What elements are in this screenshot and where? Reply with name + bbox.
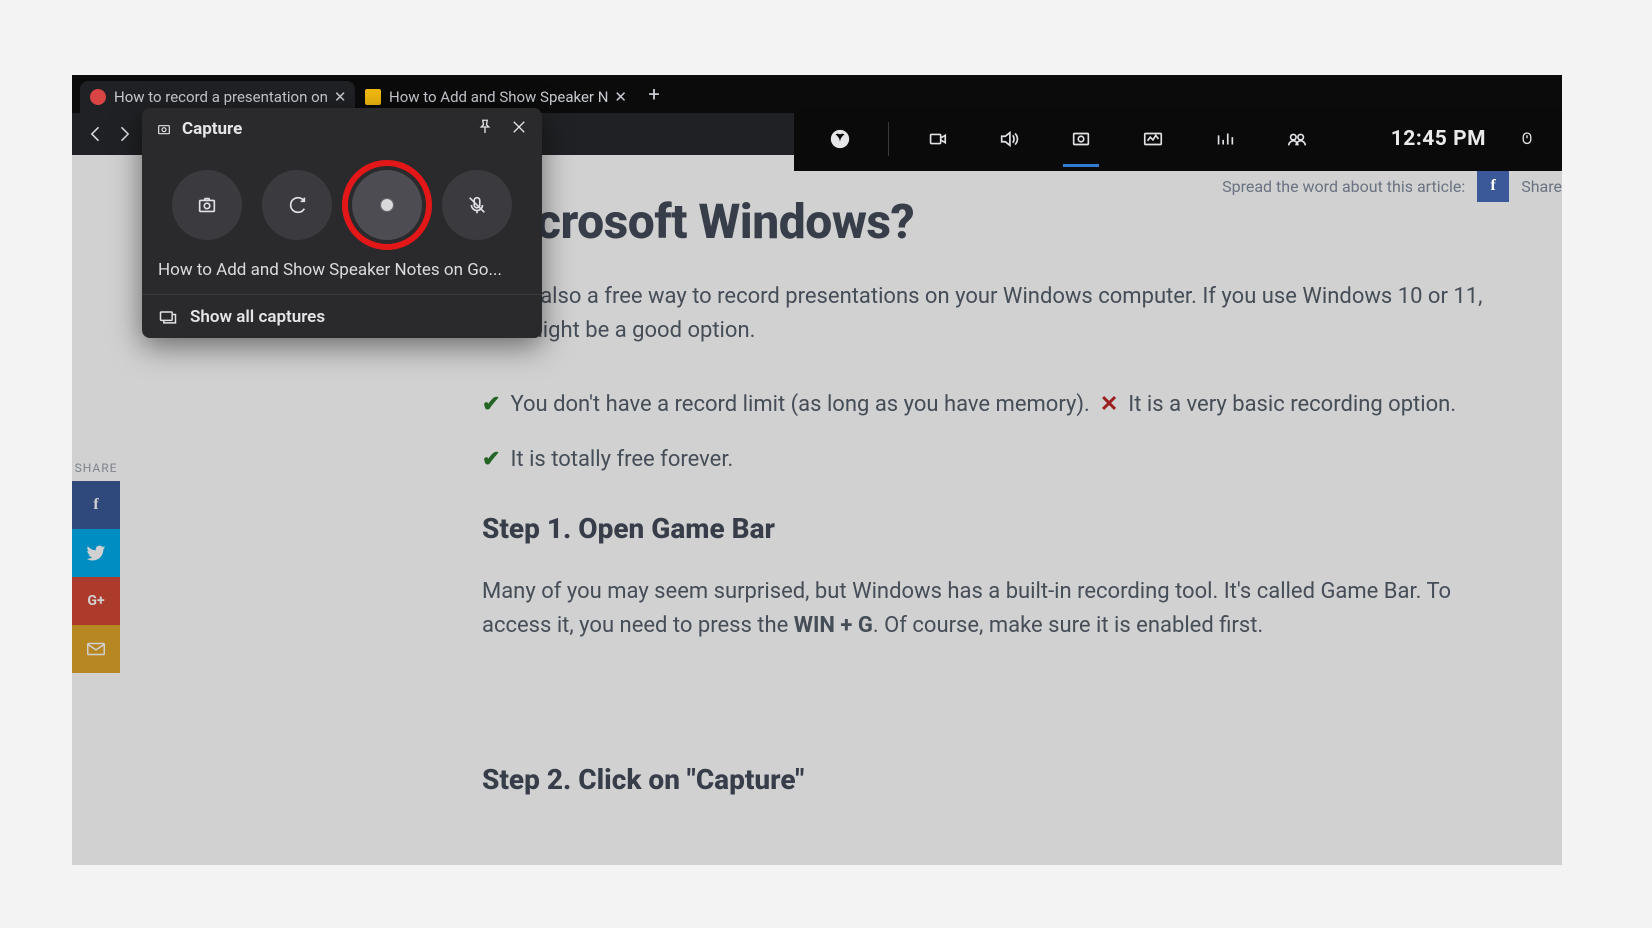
- forward-button[interactable]: [110, 120, 138, 148]
- share-email-button[interactable]: [72, 625, 120, 673]
- check-icon: ✔: [482, 447, 500, 472]
- close-icon: ✕: [1100, 392, 1118, 417]
- separator: [888, 122, 889, 156]
- screenshot-button[interactable]: [172, 170, 242, 240]
- performance-button[interactable]: [1129, 115, 1177, 163]
- share-link[interactable]: Share: [1521, 177, 1562, 196]
- record-dot-icon: [380, 198, 394, 212]
- spread-bar: Spread the word about this article: f Sh…: [1222, 170, 1562, 202]
- tab-label: How to Add and Show Speaker N: [389, 88, 608, 106]
- social-button[interactable]: [1273, 115, 1321, 163]
- intro-paragraph: ere is also a free way to record present…: [482, 280, 1512, 348]
- article-body: Microsoft Windows? ere is also a free wa…: [482, 155, 1512, 796]
- step-1-heading: Step 1. Open Game Bar: [482, 512, 1512, 545]
- capture-context-label: How to Add and Show Speaker Notes on Go.…: [142, 260, 542, 294]
- active-indicator: [1063, 164, 1099, 167]
- mic-toggle-button[interactable]: [442, 170, 512, 240]
- pros-cons-row-1: ✔ You don't have a record limit (as long…: [482, 392, 1512, 417]
- new-tab-button[interactable]: +: [640, 80, 668, 108]
- capture-button[interactable]: [1057, 115, 1105, 163]
- close-icon[interactable]: ✕: [608, 88, 627, 106]
- pin-button[interactable]: [476, 116, 494, 142]
- spread-text: Spread the word about this article:: [1222, 177, 1465, 196]
- gamebar-toolbar: 12:45 PM: [794, 107, 1562, 171]
- step-2-heading: Step 2. Click on "Capture": [482, 763, 1512, 796]
- resources-button[interactable]: [1201, 115, 1249, 163]
- share-googleplus-button[interactable]: G+: [72, 577, 120, 625]
- capture-icon: [156, 121, 172, 137]
- settings-button[interactable]: [1514, 115, 1540, 163]
- share-sidebar: SHARE f G+: [72, 455, 120, 673]
- clock: 12:45 PM: [1391, 127, 1486, 151]
- record-button-wrap: [352, 170, 422, 240]
- tab-label: How to record a presentation on: [114, 88, 328, 106]
- broadcast-button[interactable]: [913, 115, 961, 163]
- share-facebook-button[interactable]: f: [1477, 170, 1509, 202]
- keyboard-shortcut: WIN + G: [794, 613, 873, 638]
- show-all-captures-button[interactable]: Show all captures: [142, 294, 542, 338]
- start-recording-button[interactable]: [352, 170, 422, 240]
- show-all-captures-label: Show all captures: [190, 307, 325, 327]
- favicon-1: [365, 89, 381, 105]
- favicon-0: [90, 89, 106, 105]
- xbox-button[interactable]: [816, 115, 864, 163]
- pros-cons-row-2: ✔ It is totally free forever.: [482, 447, 1512, 472]
- capture-titlebar: Capture: [142, 108, 542, 150]
- share-label: SHARE: [72, 455, 120, 481]
- share-facebook-button[interactable]: f: [72, 481, 120, 529]
- close-button[interactable]: [510, 116, 528, 142]
- capture-widget: Capture How to: [142, 108, 542, 338]
- close-icon[interactable]: ✕: [328, 88, 347, 106]
- back-button[interactable]: [82, 120, 110, 148]
- capture-controls: [142, 150, 542, 260]
- pro-text: You don't have a record limit (as long a…: [510, 392, 1089, 417]
- record-last-button[interactable]: [262, 170, 332, 240]
- audio-button[interactable]: [985, 115, 1033, 163]
- con-text: It is a very basic recording option.: [1128, 392, 1456, 417]
- text: . Of course, make sure it is enabled fir…: [873, 613, 1263, 638]
- pro-text: It is totally free forever.: [510, 447, 733, 472]
- check-icon: ✔: [482, 392, 500, 417]
- step-1-paragraph: Many of you may seem surprised, but Wind…: [482, 575, 1512, 643]
- capture-title: Capture: [182, 119, 242, 139]
- share-twitter-button[interactable]: [72, 529, 120, 577]
